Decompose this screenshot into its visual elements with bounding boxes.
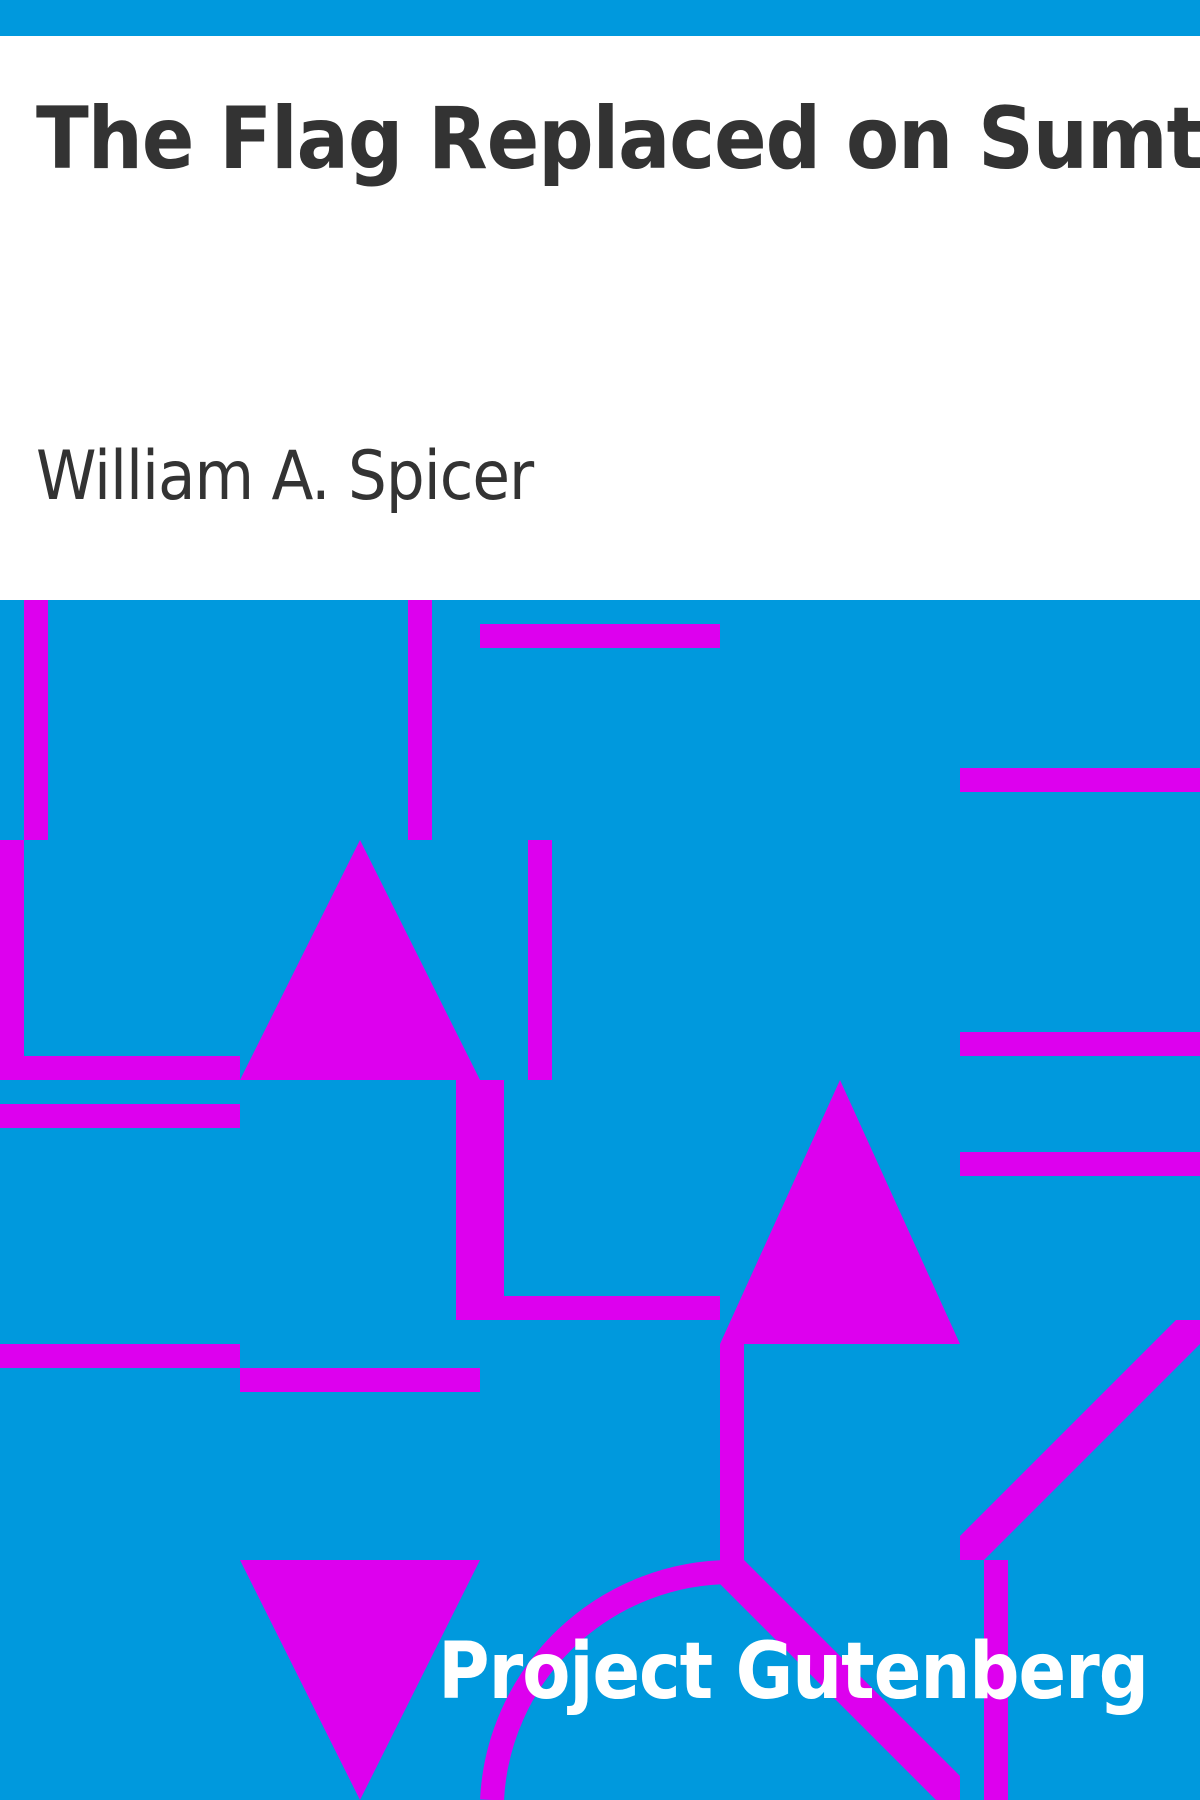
book-author: William A. Spicer bbox=[36, 437, 534, 516]
book-cover: The Flag Replaced on Sumter William A. S… bbox=[0, 0, 1200, 1800]
pattern-bar bbox=[0, 840, 24, 1080]
pattern-bar bbox=[960, 1032, 1200, 1056]
pattern-bar bbox=[240, 1368, 480, 1392]
top-accent-bar bbox=[0, 0, 1200, 36]
pattern-bar bbox=[0, 1104, 240, 1128]
pattern-bar bbox=[24, 600, 48, 840]
pattern-bar bbox=[408, 600, 432, 840]
pattern-bar bbox=[0, 1056, 240, 1080]
publisher-name: Project Gutenberg bbox=[438, 1627, 1149, 1717]
book-title: The Flag Replaced on Sumter bbox=[36, 89, 1200, 189]
pattern-bar bbox=[528, 840, 552, 1080]
pattern-bar bbox=[0, 1344, 240, 1368]
pattern-bar bbox=[456, 1080, 504, 1320]
pattern-bar bbox=[720, 1344, 744, 1560]
pattern-bar bbox=[960, 768, 1200, 792]
cover-pattern bbox=[0, 600, 1200, 1800]
pattern-bar bbox=[960, 1152, 1200, 1176]
pattern-bar bbox=[456, 1296, 720, 1320]
pattern-bar bbox=[480, 624, 720, 648]
